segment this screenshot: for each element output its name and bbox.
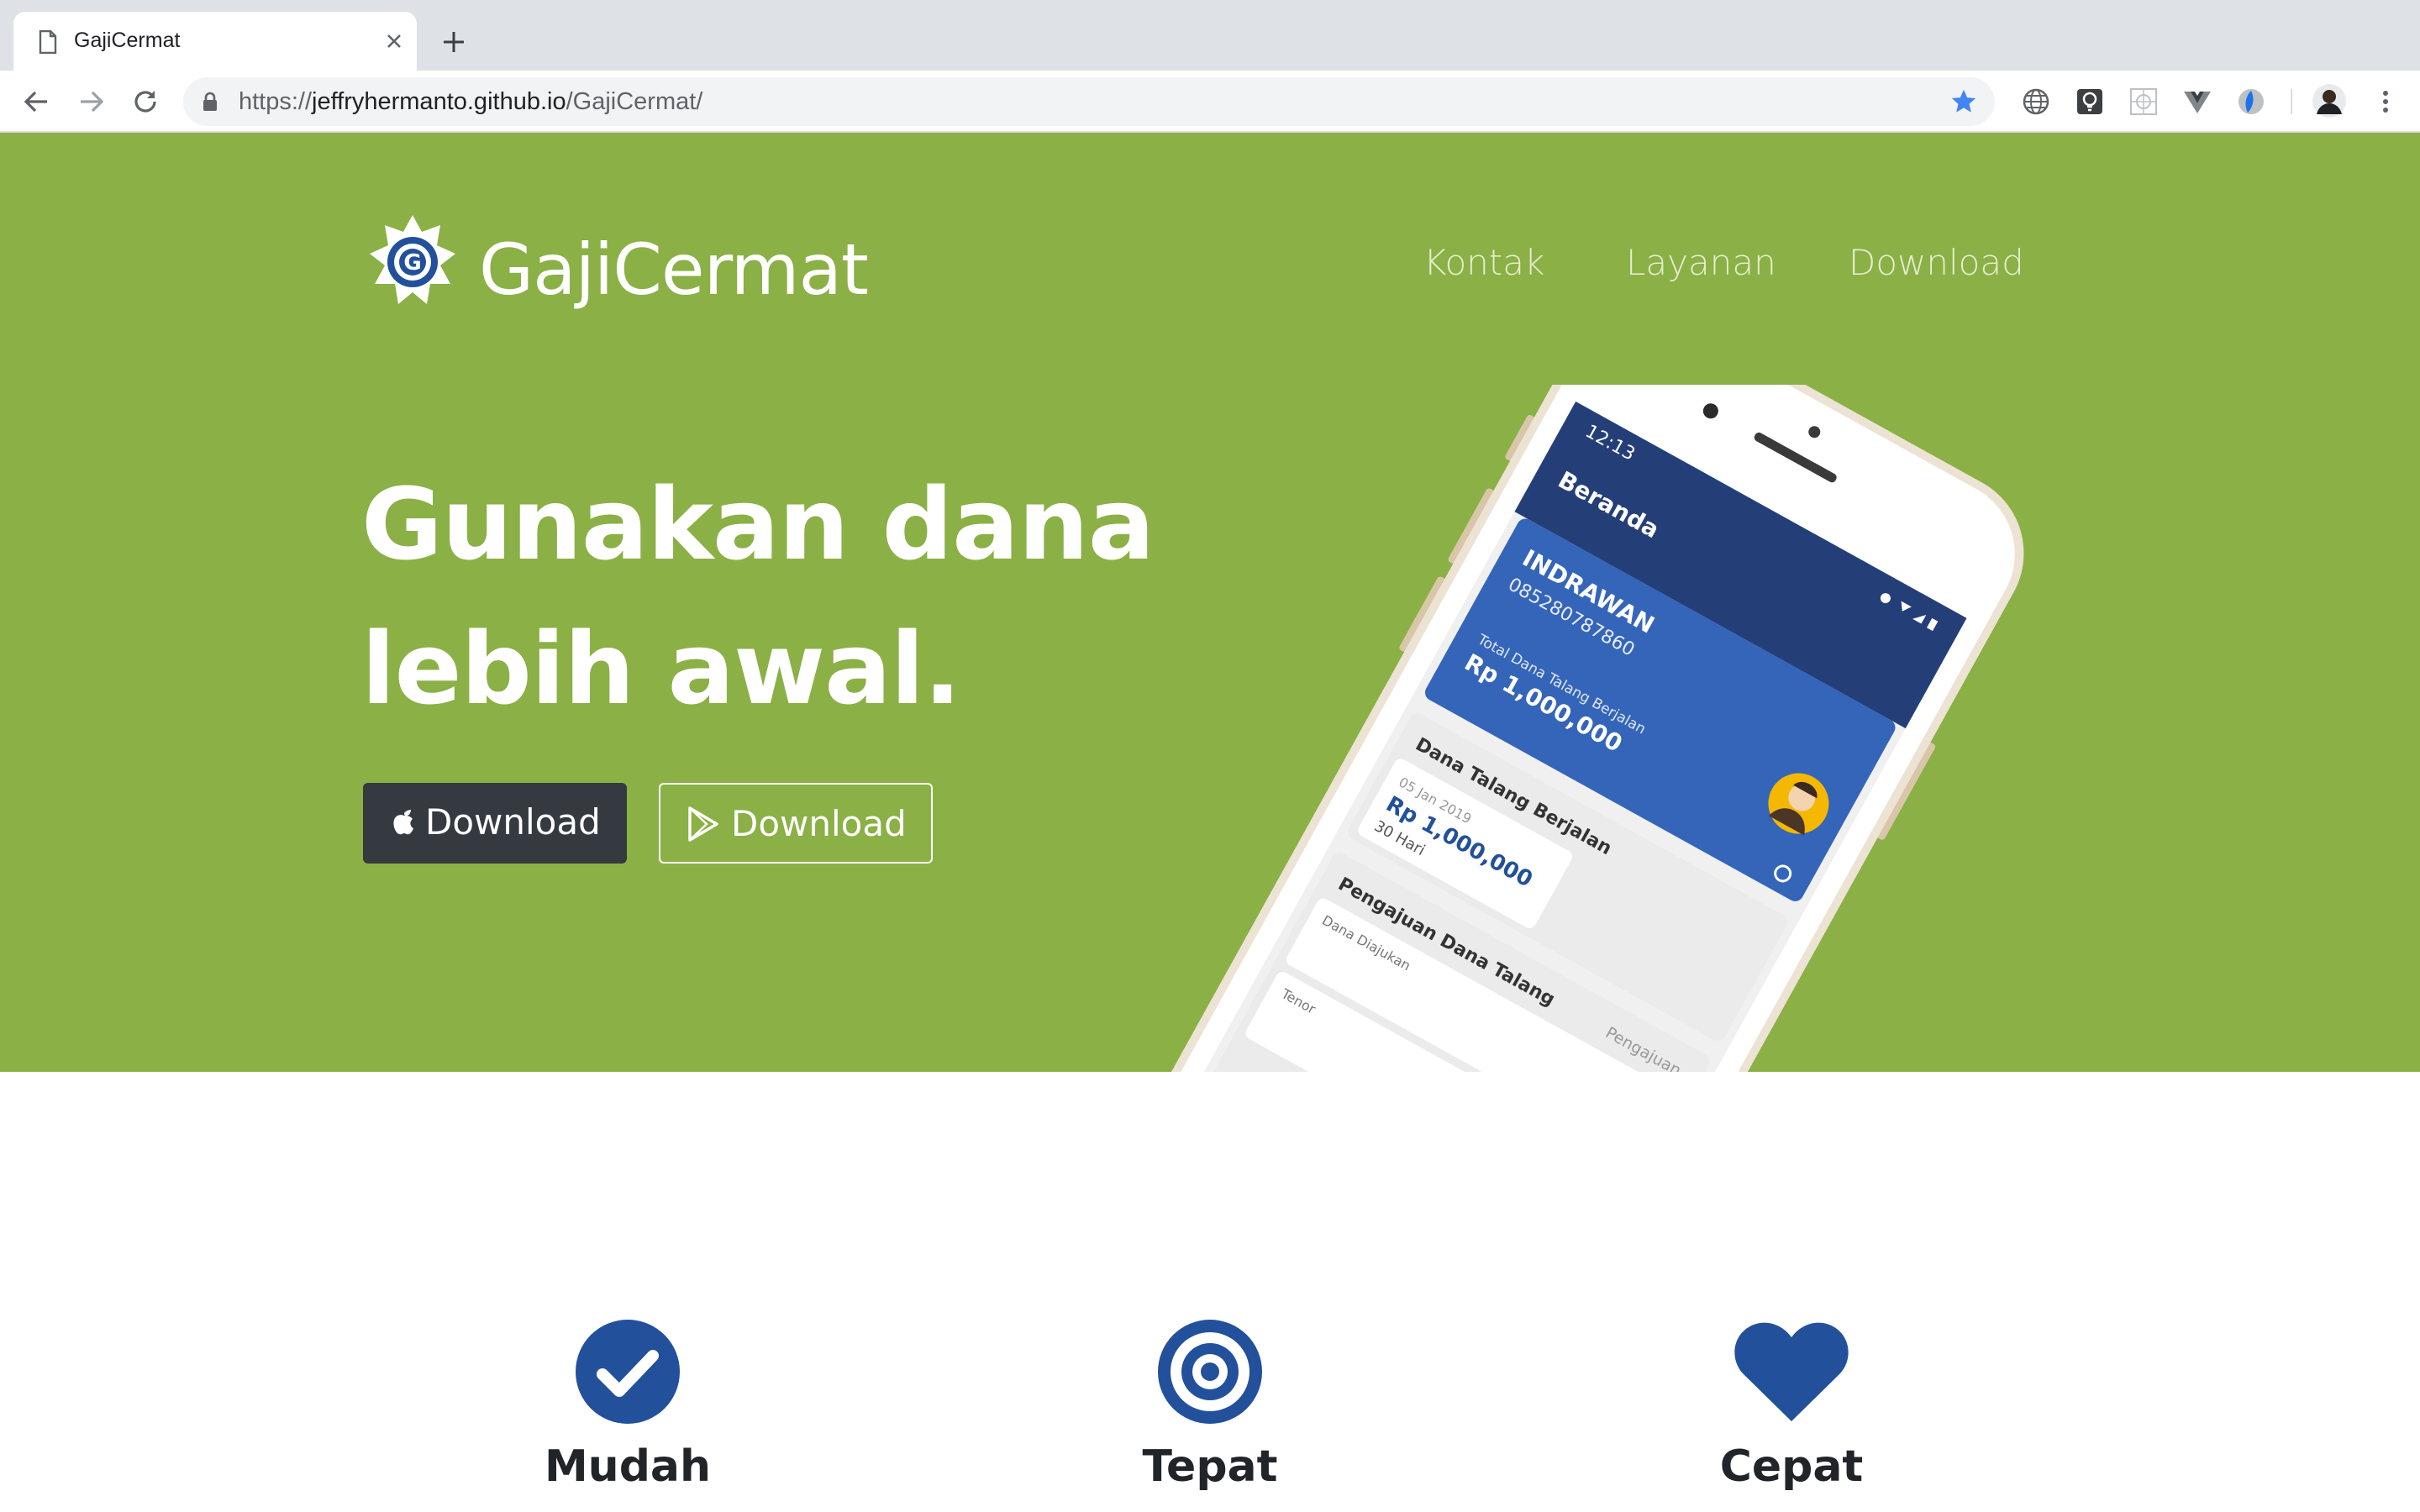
- download-android-label: Download: [731, 803, 907, 844]
- headline-line-1: Gunakan dana: [361, 466, 1155, 582]
- target-icon: [1158, 1320, 1262, 1424]
- profile-avatar[interactable]: [2312, 84, 2346, 118]
- url-path: /GajiCermat/: [566, 88, 703, 115]
- brand-name: GajiCermat: [479, 228, 869, 311]
- headline-line-2: lebih awal.: [361, 611, 961, 727]
- gajicermat-logo-icon: G: [370, 215, 455, 304]
- more-vert-icon[interactable]: [2370, 86, 2402, 118]
- tab-title: GajiCermat: [74, 29, 181, 52]
- feature-cepat-title: Cepat: [1719, 1441, 1864, 1492]
- hero-section: G GajiCermat Kontak Layanan Download Gun…: [0, 133, 2420, 1072]
- download-ios-label: Download: [425, 801, 601, 843]
- feature-cepat: Cepat: [1665, 1319, 1918, 1492]
- google-play-icon: [688, 806, 718, 842]
- download-ios-button[interactable]: Download: [363, 783, 627, 864]
- check-circle-icon: [576, 1320, 680, 1424]
- heart-icon: [1734, 1322, 1849, 1421]
- vue-icon[interactable]: [2181, 86, 2213, 118]
- lock-icon[interactable]: [202, 92, 218, 112]
- browser-tab[interactable]: GajiCermat: [13, 12, 417, 71]
- url-host: jeffryhermanto.github.io: [312, 88, 566, 115]
- feature-tepat: Tepat: [1084, 1319, 1336, 1492]
- nav-download[interactable]: Download: [1849, 242, 2024, 283]
- back-icon[interactable]: [20, 86, 52, 118]
- browser-tabstrip: GajiCermat: [0, 0, 2420, 71]
- feature-mudah: Mudah: [502, 1319, 754, 1492]
- document-icon: [39, 30, 57, 54]
- lightbulb-icon[interactable]: [2074, 86, 2106, 118]
- feature-mudah-title: Mudah: [544, 1441, 712, 1492]
- toolbar-divider: [2291, 89, 2292, 114]
- reload-icon[interactable]: [129, 86, 161, 118]
- url-text[interactable]: https://jeffryhermanto.github.io/GajiCer…: [239, 88, 702, 116]
- shield-icon[interactable]: [2235, 86, 2267, 118]
- download-android-button[interactable]: Download: [659, 783, 933, 864]
- phone-illustration: 12:13 Beranda INDRAWAN 085280787860 Tota…: [1135, 306, 2024, 1072]
- phone-mockup: 12:13 Beranda INDRAWAN 085280787860 Tota…: [1135, 306, 2067, 1072]
- feature-tepat-title: Tepat: [1142, 1441, 1278, 1492]
- globe-icon[interactable]: [2020, 86, 2052, 118]
- bookmark-star-icon[interactable]: [1949, 87, 1978, 116]
- nav-kontak[interactable]: Kontak: [1423, 242, 1544, 283]
- nav-layanan[interactable]: Layanan: [1626, 242, 1776, 283]
- forward-icon[interactable]: [76, 86, 108, 118]
- browser-toolbar: https://jeffryhermanto.github.io/GajiCer…: [0, 71, 2420, 133]
- url-scheme: https://: [239, 88, 313, 115]
- apple-icon: [393, 810, 413, 835]
- svg-text:G: G: [403, 250, 421, 276]
- new-tab-icon[interactable]: [439, 27, 469, 57]
- close-icon[interactable]: [381, 29, 407, 54]
- address-bar[interactable]: https://jeffryhermanto.github.io/GajiCer…: [183, 77, 1995, 126]
- grid-icon[interactable]: [2128, 86, 2160, 118]
- hero-headline: Gunakan dana lebih awal.: [361, 452, 1155, 741]
